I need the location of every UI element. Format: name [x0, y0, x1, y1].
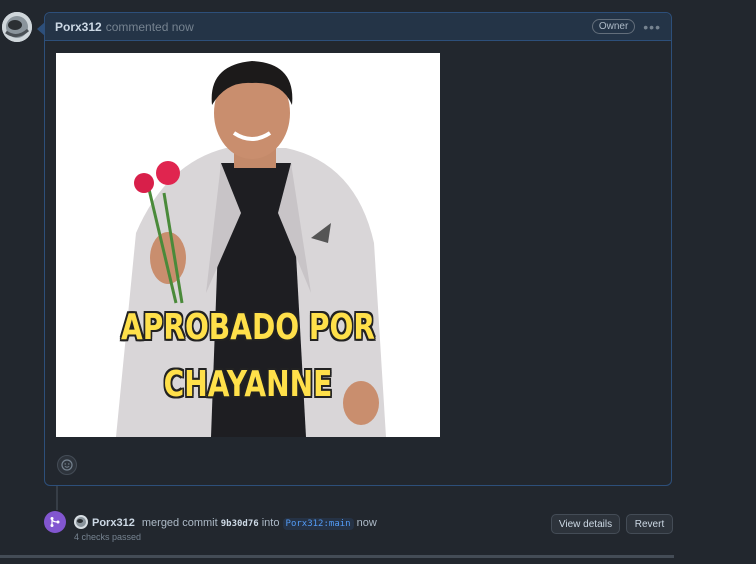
merge-into: into — [261, 517, 280, 529]
meme-text-line-2: CHAYANNE — [163, 364, 333, 405]
divider — [0, 555, 674, 558]
comment-box: Porx312 commented now Owner ••• APROBADO… — [37, 12, 672, 486]
merge-action: merged commit — [141, 517, 218, 529]
comment-author[interactable]: Porx312 — [55, 20, 102, 34]
meme-image: APROBADO POR CHAYANNE — [56, 53, 440, 437]
comment-header: Porx312 commented now Owner ••• — [45, 13, 671, 41]
checks-status[interactable]: 4 checks passed — [74, 532, 141, 542]
merge-time: now — [356, 517, 377, 529]
commit-sha-link[interactable]: 9b30d76 — [221, 519, 259, 529]
meme-text-line-1: APROBADO POR — [121, 307, 375, 348]
avatar[interactable] — [2, 12, 32, 42]
avatar[interactable] — [74, 515, 88, 529]
view-details-button[interactable]: View details — [551, 514, 620, 534]
git-merge-icon — [44, 511, 66, 533]
smiley-icon[interactable] — [57, 455, 77, 475]
branch-label[interactable]: Porx312:main — [282, 518, 354, 530]
merge-summary: Porx312 merged commit 9b30d76 into Porx3… — [74, 515, 377, 530]
comment-action: commented now — [105, 19, 194, 34]
merge-event: Porx312 merged commit 9b30d76 into Porx3… — [44, 511, 674, 543]
revert-button[interactable]: Revert — [626, 514, 673, 534]
owner-badge: Owner — [591, 19, 636, 34]
timeline-connector — [56, 486, 58, 510]
kebab-icon[interactable]: ••• — [643, 19, 661, 35]
merge-author[interactable]: Porx312 — [92, 517, 135, 529]
